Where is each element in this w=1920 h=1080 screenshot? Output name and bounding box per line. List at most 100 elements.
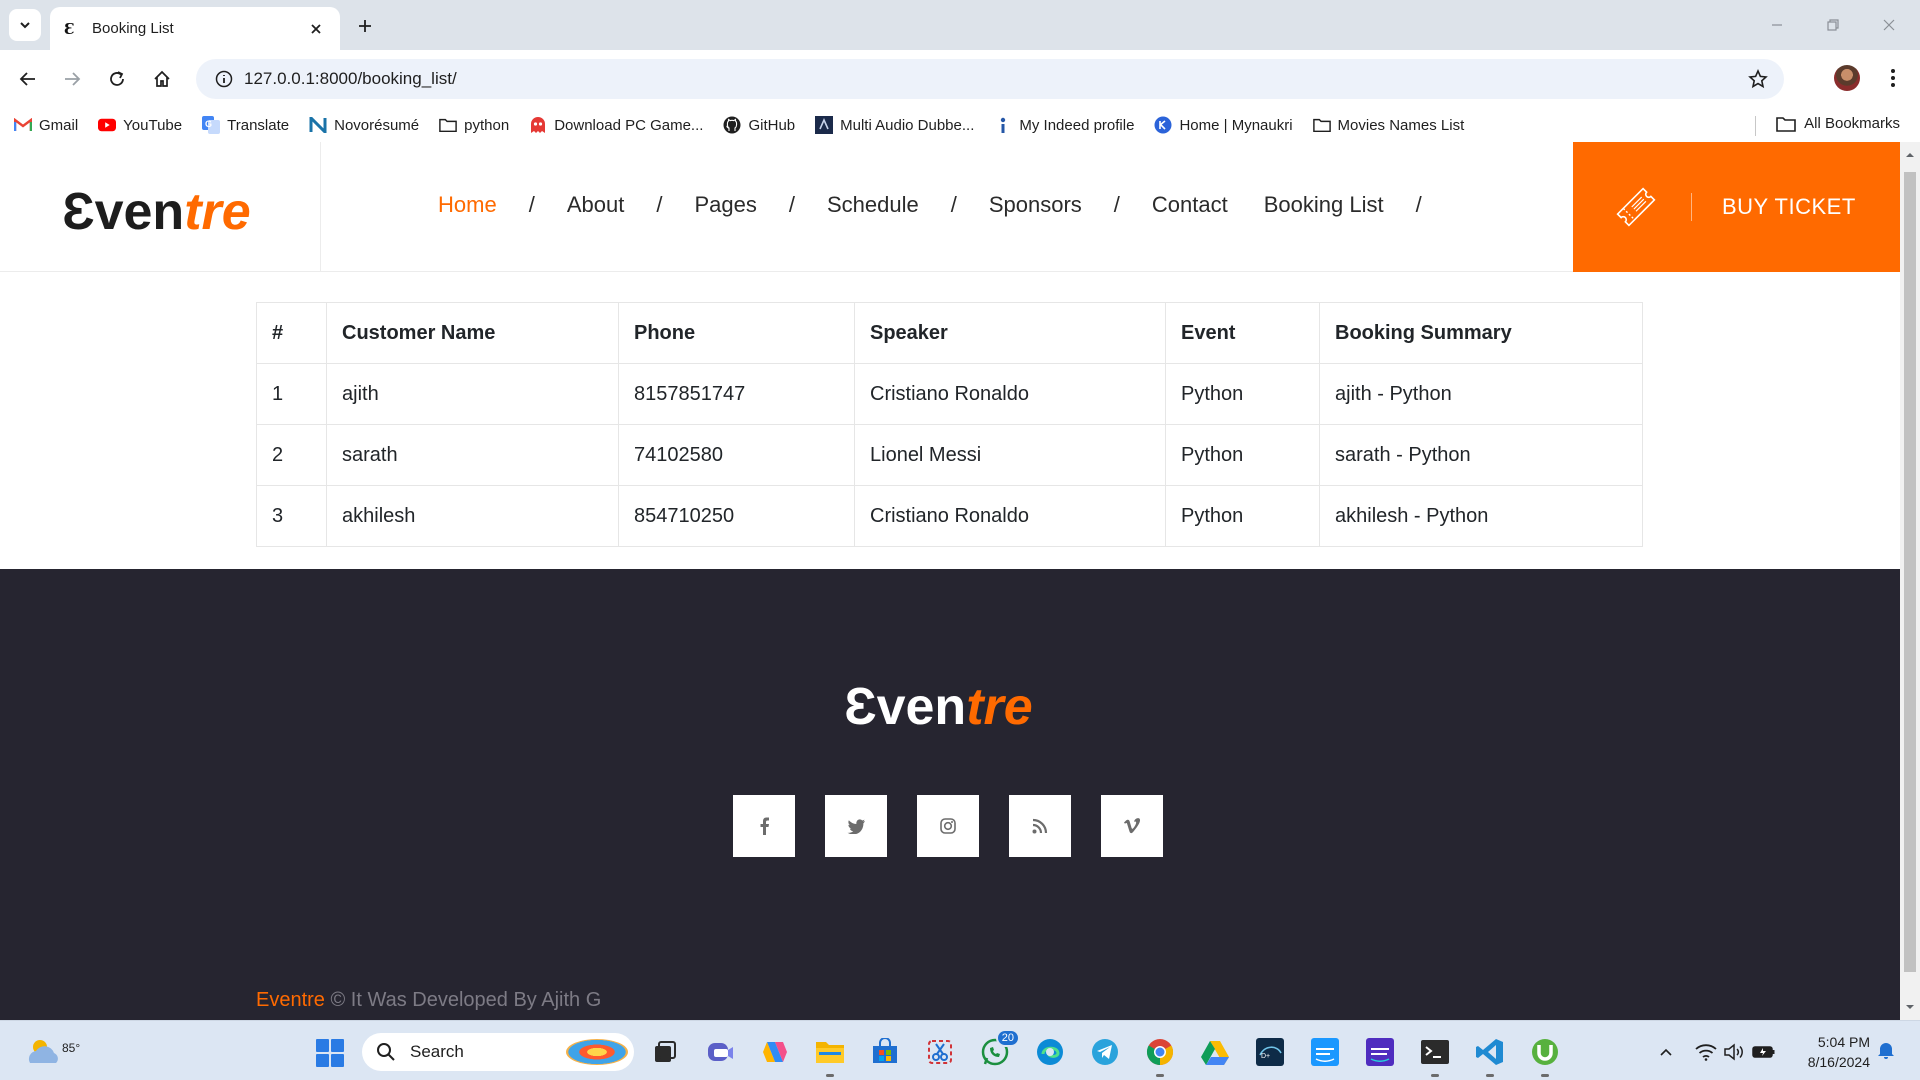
bookmark-indeed[interactable]: My Indeed profile: [994, 116, 1134, 134]
site-logo[interactable]: Ɛventre: [62, 182, 251, 242]
store-icon: [873, 1038, 897, 1063]
rss-link[interactable]: [1009, 795, 1071, 857]
browser-menu-button[interactable]: [1880, 65, 1906, 91]
nav-pages[interactable]: Pages: [694, 192, 756, 218]
browser-tab-bar: Ɛ Booking List: [0, 0, 1920, 50]
clock-date: 8/16/2024: [1807, 1054, 1870, 1070]
nav-schedule[interactable]: Schedule: [827, 192, 919, 218]
bookmark-download-pc-games[interactable]: Download PC Game...: [529, 116, 703, 134]
address-bar[interactable]: 127.0.0.1:8000/booking_list/: [196, 59, 1784, 99]
teams-app[interactable]: [705, 1037, 735, 1067]
active-tab[interactable]: Ɛ Booking List: [50, 7, 340, 50]
ms-store-app[interactable]: [870, 1037, 900, 1067]
bookmark-gmail[interactable]: Gmail: [14, 116, 78, 134]
running-indicator: [1486, 1074, 1494, 1077]
copilot-app[interactable]: [760, 1037, 790, 1067]
page-scrollbar[interactable]: [1900, 142, 1920, 1020]
nav-separator: /: [950, 192, 957, 217]
windows-logo-pane: [316, 1054, 329, 1067]
bookmarks-bar: Gmail YouTube G Translate Novorésumé pyt…: [0, 108, 1920, 142]
instagram-link[interactable]: [917, 795, 979, 857]
bookmark-youtube[interactable]: YouTube: [98, 116, 182, 134]
folder-icon: [1776, 116, 1796, 132]
file-explorer-app[interactable]: [815, 1037, 845, 1077]
facebook-icon: [760, 817, 769, 835]
battery-status[interactable]: [1752, 1041, 1776, 1063]
scroll-up-icon[interactable]: [1905, 150, 1915, 160]
nav-home[interactable]: Home: [438, 192, 497, 218]
bookmark-multi-audio[interactable]: Multi Audio Dubbe...: [815, 116, 974, 134]
vimeo-link[interactable]: [1101, 795, 1163, 857]
bookmark-novoresume[interactable]: Novorésumé: [309, 116, 419, 134]
home-button[interactable]: [146, 63, 178, 95]
tab-search-menu-button[interactable]: [9, 9, 41, 41]
address-url[interactable]: 127.0.0.1:8000/booking_list/: [244, 69, 457, 89]
clock-time: 5:04 PM: [1817, 1034, 1870, 1050]
restore-button[interactable]: [1818, 10, 1848, 40]
scroll-down-icon[interactable]: [1905, 1002, 1915, 1012]
volume-status[interactable]: [1722, 1041, 1746, 1063]
svg-text:D+: D+: [1261, 1053, 1270, 1060]
taskbar-clock[interactable]: 5:04 PM 8/16/2024: [1790, 1032, 1870, 1072]
tab-close-button[interactable]: [306, 19, 326, 39]
footer-logo[interactable]: Ɛventre: [844, 677, 1033, 737]
cell-speaker: Lionel Messi: [854, 424, 1166, 486]
buy-ticket-button[interactable]: BUY TICKET: [1573, 142, 1900, 272]
nav-contact[interactable]: Contact: [1152, 192, 1228, 218]
copyright-brand[interactable]: Eventre: [256, 989, 325, 1011]
nav-sponsors[interactable]: Sponsors: [989, 192, 1082, 218]
wifi-status[interactable]: [1694, 1041, 1718, 1063]
twitter-link[interactable]: [825, 795, 887, 857]
site-info-icon[interactable]: [204, 70, 244, 88]
teams-icon: [708, 1043, 733, 1061]
amazon-music-app[interactable]: [1365, 1037, 1395, 1067]
weather-widget[interactable]: 85°: [22, 1031, 80, 1071]
bookmark-movies-folder[interactable]: Movies Names List: [1312, 116, 1464, 134]
bookmark-github[interactable]: GitHub: [723, 116, 795, 134]
site-header: Ɛventre Home / About / Pages / Schedule …: [0, 142, 1900, 272]
close-window-button[interactable]: [1874, 10, 1904, 40]
bookmark-mynaukri[interactable]: Home | Mynaukri: [1154, 116, 1293, 134]
nav-about[interactable]: About: [567, 192, 625, 218]
back-button[interactable]: [12, 63, 44, 95]
close-icon: [1883, 19, 1895, 31]
bookmark-star-icon[interactable]: [1748, 69, 1768, 89]
nav-booking-list[interactable]: Booking List: [1264, 192, 1384, 218]
bookmark-python-folder[interactable]: python: [439, 116, 509, 134]
edge-app[interactable]: [1035, 1037, 1065, 1067]
taskbar-search[interactable]: Search: [362, 1033, 634, 1071]
arrow-left-icon: [19, 72, 35, 86]
folder-icon: [816, 1042, 844, 1063]
vscode-app[interactable]: [1475, 1037, 1505, 1077]
cell-customer-name: akhilesh: [326, 485, 619, 547]
minimize-button[interactable]: [1762, 10, 1792, 40]
whatsapp-app[interactable]: 20: [980, 1029, 1020, 1067]
prime-video-app[interactable]: [1310, 1037, 1340, 1067]
bookmark-label: Gmail: [39, 116, 79, 134]
facebook-link[interactable]: [733, 795, 795, 857]
bookmark-translate[interactable]: G Translate: [202, 116, 289, 134]
running-indicator: [1431, 1074, 1439, 1077]
new-tab-button[interactable]: [352, 13, 378, 39]
folder-icon: [1312, 116, 1331, 134]
col-header-speaker: Speaker: [854, 302, 1166, 364]
reload-button[interactable]: [101, 63, 133, 95]
task-view-icon: [655, 1041, 676, 1062]
telegram-app[interactable]: [1090, 1037, 1120, 1067]
snipping-tool-app[interactable]: [925, 1037, 955, 1067]
start-button[interactable]: [316, 1039, 344, 1067]
disney-plus-app[interactable]: D+: [1255, 1037, 1285, 1067]
terminal-app[interactable]: [1420, 1037, 1450, 1077]
chrome-app[interactable]: [1145, 1037, 1175, 1077]
google-drive-app[interactable]: [1200, 1037, 1230, 1067]
profile-avatar[interactable]: [1834, 65, 1860, 91]
notifications-button[interactable]: [1876, 1040, 1898, 1062]
utorrent-app[interactable]: [1530, 1037, 1560, 1077]
forward-button[interactable]: [56, 63, 88, 95]
bookmark-label: Translate: [227, 116, 290, 134]
task-view-button[interactable]: [650, 1037, 680, 1067]
show-hidden-icons-button[interactable]: [1654, 1041, 1678, 1063]
all-bookmarks-button[interactable]: All Bookmarks: [1776, 115, 1900, 132]
table-header-row: # Customer Name Phone Speaker Event Book…: [256, 302, 1643, 364]
scrollbar-thumb[interactable]: [1904, 172, 1916, 972]
